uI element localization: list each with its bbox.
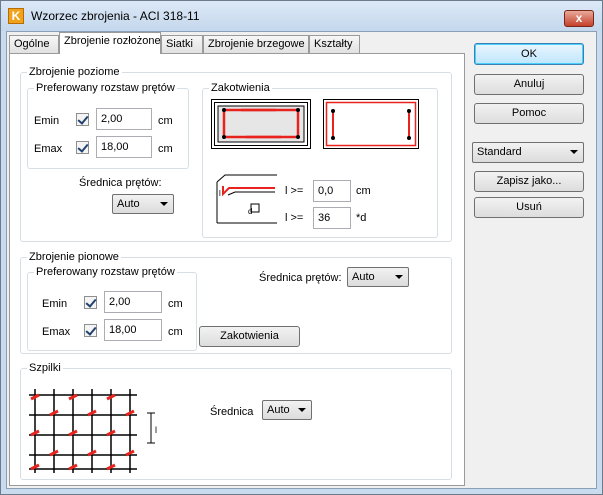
vertical-emin-checkbox[interactable]: [84, 296, 97, 309]
l-min-input[interactable]: 0,0: [313, 180, 351, 202]
tab-panel: Zbrojenie poziome Preferowany rozstaw pr…: [9, 53, 465, 486]
horizontal-diameter-select[interactable]: Auto: [112, 194, 174, 214]
group-vertical-title: Zbrojenie pionowe: [27, 251, 121, 263]
spacing-title: Preferowany rozstaw prętów: [34, 82, 177, 94]
group-vertical-spacing: Preferowany rozstaw prętów Emin 2,00 cm …: [27, 266, 197, 351]
svg-text:l: l: [219, 189, 221, 198]
pins-diameter-select[interactable]: Auto: [262, 400, 312, 420]
title-bar[interactable]: K Wzorzec zbrojenia - ACI 318-11 x: [1, 1, 602, 31]
group-vertical: Zbrojenie pionowe Preferowany rozstaw pr…: [20, 251, 452, 354]
tab-zbrojenie-rozlozone[interactable]: Zbrojenie rozłożone: [59, 32, 161, 54]
emin-input[interactable]: 2,00: [96, 108, 152, 130]
vertical-emax-checkbox[interactable]: [84, 324, 97, 337]
emax-label: Emax: [34, 143, 63, 155]
pins-diameter-value: Auto: [267, 404, 290, 416]
horizontal-diameter-label: Średnica prętów:: [79, 177, 162, 189]
close-button[interactable]: x: [564, 10, 594, 27]
l-factor-label: l >=: [285, 212, 304, 224]
l-min-unit: cm: [356, 185, 371, 197]
group-horizontal-title: Zbrojenie poziome: [27, 66, 122, 78]
emax-input[interactable]: 18,00: [96, 136, 152, 158]
anchorage-title: Zakotwienia: [209, 82, 272, 94]
l-factor-input[interactable]: 36: [313, 207, 351, 229]
group-anchorage: Zakotwienia l d l >= 0,0 cm l >= 36 *d: [202, 82, 438, 238]
vertical-emin-unit: cm: [168, 298, 183, 310]
chevron-down-icon: [395, 275, 403, 279]
help-button[interactable]: Pomoc: [474, 103, 584, 124]
vertical-emin-input[interactable]: 2,00: [104, 291, 162, 313]
l-factor-unit: *d: [356, 212, 367, 224]
vertical-spacing-title: Preferowany rozstaw prętów: [34, 266, 177, 278]
anchorage-length-diagram-icon: l d: [216, 174, 277, 224]
ok-button[interactable]: OK: [474, 43, 584, 65]
chevron-down-icon: [298, 408, 306, 412]
horizontal-diameter-value: Auto: [117, 198, 140, 210]
save-as-button[interactable]: Zapisz jako...: [474, 171, 584, 192]
vertical-diameter-value: Auto: [352, 271, 375, 283]
emin-unit: cm: [158, 115, 173, 127]
window-title: Wzorzec zbrojenia - ACI 318-11: [31, 9, 200, 23]
pins-grid-diagram-icon: l: [29, 389, 157, 473]
chevron-down-icon: [570, 150, 578, 154]
group-horizontal-spacing: Preferowany rozstaw prętów Emin 2,00 cm …: [27, 82, 189, 169]
dialog-window: K Wzorzec zbrojenia - ACI 318-11 x Ogóln…: [0, 0, 603, 495]
dialog-body: Ogólne Zbrojenie rozłożone Siatki Zbroje…: [6, 31, 597, 489]
emin-checkbox[interactable]: [76, 113, 89, 126]
delete-button[interactable]: Usuń: [474, 197, 584, 218]
pins-diameter-label: Średnica: [210, 406, 254, 418]
vertical-emax-label: Emax: [42, 326, 71, 338]
vertical-emax-unit: cm: [168, 326, 183, 338]
tab-siatki[interactable]: Siatki: [161, 35, 203, 53]
tab-ksztalty[interactable]: Kształty: [309, 35, 360, 53]
l-min-label: l >=: [285, 185, 304, 197]
emax-unit: cm: [158, 143, 173, 155]
app-k-icon: K: [8, 8, 24, 24]
anchorage-straight-option-icon[interactable]: [323, 99, 419, 149]
anchorage-hook-option-icon[interactable]: [211, 99, 311, 149]
group-pins-title: Szpilki: [27, 362, 63, 374]
cancel-button[interactable]: Anuluj: [474, 74, 584, 95]
tab-zbrojenie-brzegowe[interactable]: Zbrojenie brzegowe: [203, 35, 309, 53]
tab-ogolne[interactable]: Ogólne: [9, 35, 59, 53]
vertical-emax-input[interactable]: 18,00: [104, 319, 162, 341]
group-pins: Szpilki l Średnica Auto: [20, 362, 452, 480]
chevron-down-icon: [160, 202, 168, 206]
emin-label: Emin: [34, 115, 60, 127]
emax-checkbox[interactable]: [76, 141, 89, 154]
svg-text:l: l: [155, 425, 157, 435]
vertical-diameter-label: Średnica prętów:: [259, 272, 342, 284]
group-horizontal: Zbrojenie poziome Preferowany rozstaw pr…: [20, 66, 452, 242]
vertical-emin-label: Emin: [42, 298, 68, 310]
preset-value: Standard: [477, 146, 522, 158]
preset-select[interactable]: Standard: [472, 142, 584, 163]
vertical-diameter-select[interactable]: Auto: [347, 267, 409, 287]
vertical-anchorage-button[interactable]: Zakotwienia: [199, 326, 300, 347]
svg-text:d: d: [248, 207, 252, 216]
